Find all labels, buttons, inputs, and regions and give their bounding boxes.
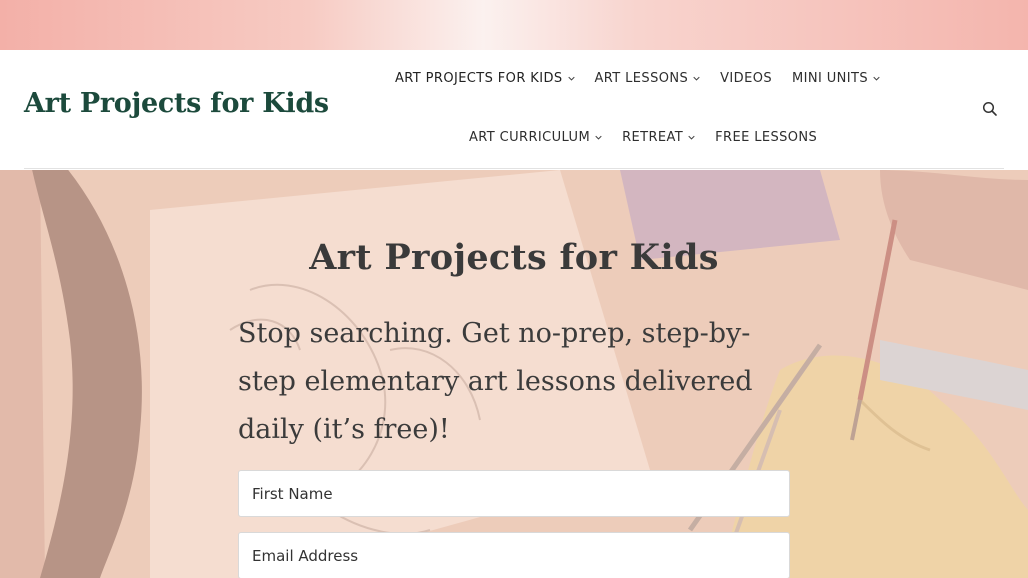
nav-item-art-projects-for-kids[interactable]: ART PROJECTS FOR KIDS: [395, 71, 575, 86]
nav-item-label: FREE LESSONS: [715, 130, 818, 145]
email-field[interactable]: [238, 532, 790, 578]
nav-item-label: VIDEOS: [720, 71, 772, 86]
hero-title: Art Projects for Kids: [309, 237, 719, 278]
chevron-down-icon: [693, 75, 700, 82]
nav-item-label: MINI UNITS: [791, 71, 868, 86]
nav-item-art-curriculum[interactable]: ART CURRICULUM: [469, 130, 602, 145]
nav-item-retreat[interactable]: RETREAT: [622, 130, 695, 145]
nav-item-art-lessons[interactable]: ART LESSONS: [595, 71, 701, 86]
nav-item-free-lessons[interactable]: FREE LESSONS: [715, 130, 817, 145]
site-logo[interactable]: Art Projects for Kids: [24, 88, 329, 119]
nav-item-label: RETREAT: [622, 130, 684, 145]
header-divider: [24, 168, 1004, 169]
top-banner: [0, 0, 1028, 50]
nav-item-videos[interactable]: VIDEOS: [720, 71, 772, 86]
nav-item-label: ART PROJECTS FOR KIDS: [395, 71, 563, 86]
chevron-down-icon: [595, 134, 602, 141]
primary-nav-row-1: ART PROJECTS FOR KIDS ART LESSONS VIDEOS…: [395, 71, 880, 86]
chevron-down-icon: [873, 75, 880, 82]
nav-item-label: ART LESSONS: [594, 71, 689, 86]
primary-nav-row-2: ART CURRICULUM RETREAT FREE LESSONS: [469, 130, 817, 145]
hero-subtitle: Stop searching. Get no-prep, step-by-ste…: [238, 318, 753, 445]
nav-item-label: ART CURRICULUM: [469, 130, 591, 145]
first-name-field[interactable]: [238, 470, 790, 517]
site-header: Art Projects for Kids ART PROJECTS FOR K…: [0, 50, 1028, 170]
search-icon[interactable]: [982, 101, 998, 117]
nav-item-mini-units[interactable]: MINI UNITS: [792, 71, 880, 86]
chevron-down-icon: [688, 134, 695, 141]
hero-section: Art Projects for Kids Stop searching. Ge…: [0, 170, 1028, 578]
chevron-down-icon: [567, 75, 575, 82]
